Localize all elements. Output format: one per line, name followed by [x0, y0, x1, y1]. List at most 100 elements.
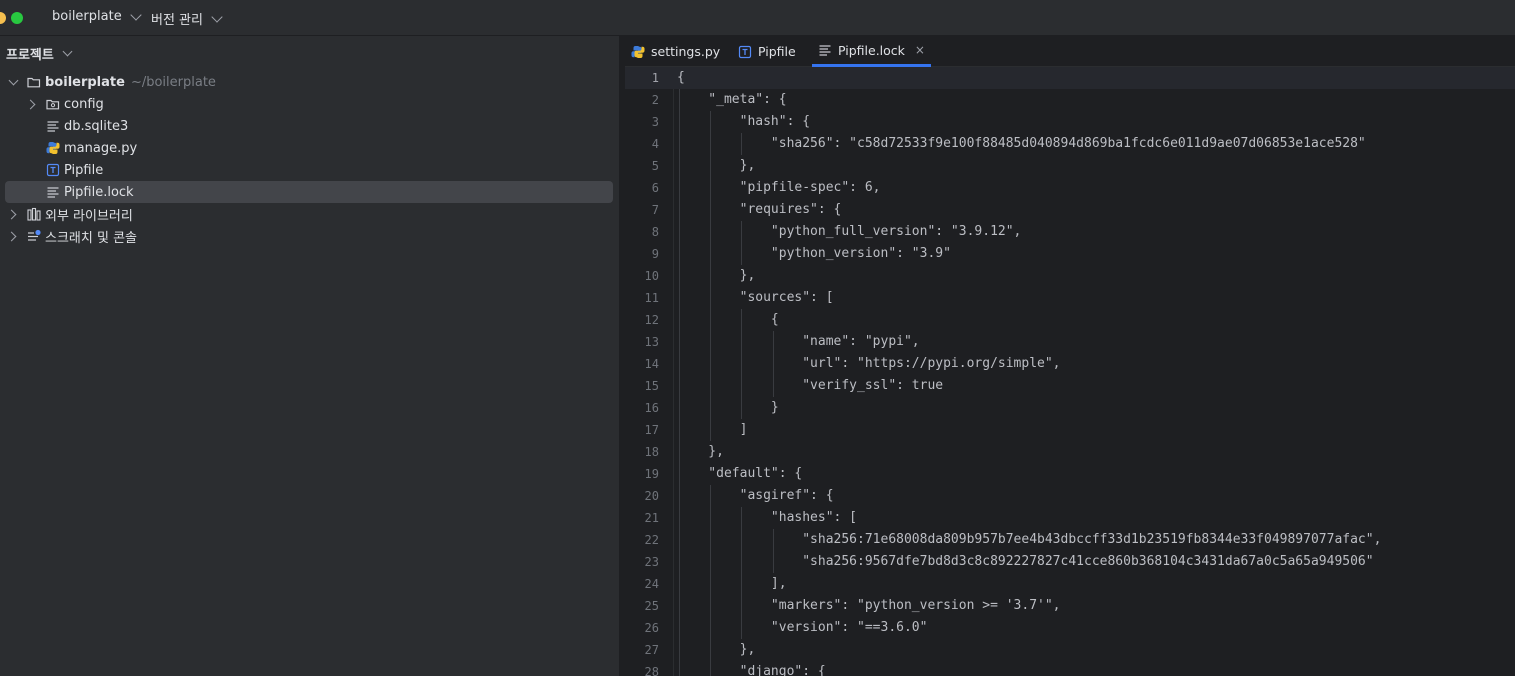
tab-pipfile-lock[interactable]: Pipfile.lock × — [812, 36, 931, 67]
code-line[interactable]: 13 "name": "pypi", — [625, 331, 1515, 353]
line-number[interactable]: 28 — [625, 661, 659, 676]
code-line[interactable]: 2 "_meta": { — [625, 89, 1515, 111]
code-line[interactable]: 10 }, — [625, 265, 1515, 287]
code-line[interactable]: 3 "hash": { — [625, 111, 1515, 133]
vcs-menu-label: 버전 관리 — [151, 13, 203, 28]
chevron-down-icon — [130, 8, 142, 21]
tree-item-db-sqlite3[interactable]: db.sqlite3 — [5, 115, 613, 137]
code-line[interactable]: 6 "pipfile-spec": 6, — [625, 177, 1515, 199]
tree-item-pipfile[interactable]: Pipfile — [5, 159, 613, 181]
line-number[interactable]: 18 — [625, 441, 659, 463]
code-line[interactable]: 4 "sha256": "c58d72533f9e100f88485d04089… — [625, 133, 1515, 155]
code-line[interactable]: 11 "sources": [ — [625, 287, 1515, 309]
line-number[interactable]: 25 — [625, 595, 659, 617]
tree-item-pipfile-lock[interactable]: Pipfile.lock — [5, 181, 613, 203]
chevron-down-icon — [62, 46, 73, 57]
text-file-icon — [46, 119, 60, 133]
line-number[interactable]: 21 — [625, 507, 659, 529]
line-number[interactable]: 4 — [625, 133, 659, 155]
project-switcher[interactable]: boilerplate — [52, 8, 142, 24]
code-text: }, — [677, 158, 756, 173]
code-line[interactable]: 25 "markers": "python_version >= '3.7'", — [625, 595, 1515, 617]
code-line[interactable]: 28 "django": { — [625, 661, 1515, 676]
tree-item-scratches[interactable]: 스크래치 및 콘솔 — [5, 225, 613, 247]
code-line[interactable]: 14 "url": "https://pypi.org/simple", — [625, 353, 1515, 375]
code-text: "hashes": [ — [677, 510, 858, 525]
code-line[interactable]: 16 } — [625, 397, 1515, 419]
scratches-icon — [27, 229, 41, 243]
code-line[interactable]: 24 ], — [625, 573, 1515, 595]
code-line[interactable]: 1{ — [625, 67, 1515, 89]
tab-label: settings.py — [651, 44, 721, 59]
code-text: "sha256": "c58d72533f9e100f88485d040894d… — [677, 136, 1366, 151]
line-number[interactable]: 6 — [625, 177, 659, 199]
code-text: ], — [677, 576, 787, 591]
close-icon[interactable]: × — [915, 43, 925, 57]
tab-pipfile[interactable]: Pipfile — [738, 36, 796, 67]
line-number[interactable]: 8 — [625, 221, 659, 243]
tab-settings-py[interactable]: settings.py — [631, 36, 720, 67]
line-number[interactable]: 11 — [625, 287, 659, 309]
line-number[interactable]: 16 — [625, 397, 659, 419]
code-editor[interactable]: 1{2 "_meta": {3 "hash": {4 "sha256": "c5… — [625, 67, 1515, 676]
line-number[interactable]: 7 — [625, 199, 659, 221]
code-line[interactable]: 18 }, — [625, 441, 1515, 463]
line-number[interactable]: 22 — [625, 529, 659, 551]
code-line[interactable]: 15 "verify_ssl": true — [625, 375, 1515, 397]
line-number[interactable]: 13 — [625, 331, 659, 353]
code-text: } — [677, 400, 779, 415]
tree-item-boilerplate[interactable]: boilerplate ~/boilerplate — [5, 71, 613, 93]
line-number[interactable]: 10 — [625, 265, 659, 287]
code-line[interactable]: 7 "requires": { — [625, 199, 1515, 221]
line-number[interactable]: 14 — [625, 353, 659, 375]
tree-item-external-libraries[interactable]: 외부 라이브러리 — [5, 203, 613, 225]
line-number[interactable]: 27 — [625, 639, 659, 661]
tree-item-manage-py[interactable]: manage.py — [5, 137, 613, 159]
line-number[interactable]: 1 — [625, 67, 659, 89]
code-line[interactable]: 17 ] — [625, 419, 1515, 441]
code-line[interactable]: 23 "sha256:9567dfe7bd8d3c8c892227827c41c… — [625, 551, 1515, 573]
code-line[interactable]: 26 "version": "==3.6.0" — [625, 617, 1515, 639]
code-text: ] — [677, 422, 748, 437]
line-number[interactable]: 17 — [625, 419, 659, 441]
code-text: { — [677, 70, 685, 85]
code-line[interactable]: 21 "hashes": [ — [625, 507, 1515, 529]
code-text: "pipfile-spec": 6, — [677, 180, 881, 195]
tree-item-config[interactable]: config — [5, 93, 613, 115]
line-number[interactable]: 15 — [625, 375, 659, 397]
line-number[interactable]: 9 — [625, 243, 659, 265]
line-number[interactable]: 20 — [625, 485, 659, 507]
code-line[interactable]: 19 "default": { — [625, 463, 1515, 485]
code-line[interactable]: 20 "asgiref": { — [625, 485, 1515, 507]
toml-file-icon — [46, 163, 60, 177]
line-number[interactable]: 19 — [625, 463, 659, 485]
tree-item-path: ~/boilerplate — [130, 74, 216, 90]
project-name: boilerplate — [52, 9, 122, 24]
line-number[interactable]: 2 — [625, 89, 659, 111]
project-panel-header[interactable]: 프로젝트 — [6, 44, 73, 63]
vcs-menu[interactable]: 버전 관리 — [151, 9, 223, 28]
line-number[interactable]: 24 — [625, 573, 659, 595]
line-number[interactable]: 12 — [625, 309, 659, 331]
chevron-right-icon[interactable] — [8, 231, 18, 241]
chevron-right-icon[interactable] — [8, 209, 18, 219]
line-number[interactable]: 26 — [625, 617, 659, 639]
tree-item-label: Pipfile — [64, 162, 104, 178]
code-text: "requires": { — [677, 202, 842, 217]
minimize-window-button[interactable] — [0, 12, 6, 24]
code-line[interactable]: 9 "python_version": "3.9" — [625, 243, 1515, 265]
chevron-down-icon[interactable] — [8, 77, 18, 87]
code-line[interactable]: 27 }, — [625, 639, 1515, 661]
chevron-right-icon[interactable] — [27, 99, 37, 109]
code-line[interactable]: 22 "sha256:71e68008da809b957b7ee4b43dbcc… — [625, 529, 1515, 551]
zoom-window-button[interactable] — [11, 12, 23, 24]
line-number[interactable]: 3 — [625, 111, 659, 133]
code-line[interactable]: 5 }, — [625, 155, 1515, 177]
code-line[interactable]: 8 "python_full_version": "3.9.12", — [625, 221, 1515, 243]
code-text: "url": "https://pypi.org/simple", — [677, 356, 1061, 371]
line-number[interactable]: 23 — [625, 551, 659, 573]
line-number[interactable]: 5 — [625, 155, 659, 177]
code-text: "default": { — [677, 466, 803, 481]
code-line[interactable]: 12 { — [625, 309, 1515, 331]
tree-item-label: Pipfile.lock — [64, 184, 134, 200]
